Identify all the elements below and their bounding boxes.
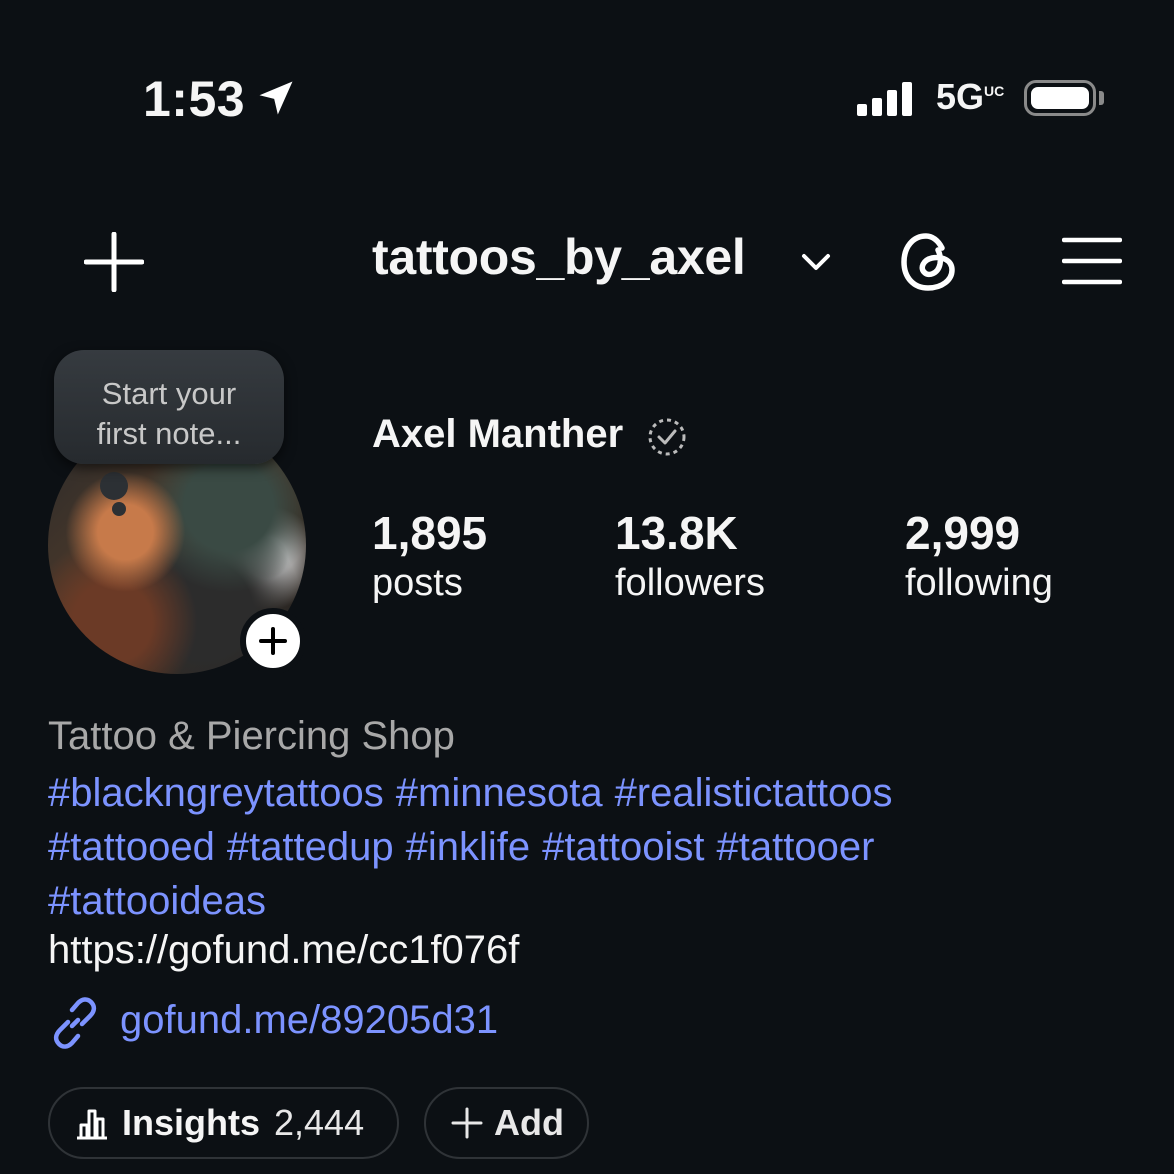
hashtag-link[interactable]: #tattedup [227,825,394,869]
hashtag-link[interactable]: #blackngreytattoos [48,771,384,815]
note-bubble-tail [100,472,128,500]
status-time: 1:53 [143,71,246,127]
hashtag-link[interactable]: #tattooideas [48,879,266,923]
network-indicator: 5GUC [936,76,1005,117]
note-bubble-tail [112,502,126,516]
add-label: Add [494,1102,564,1143]
add-story-button[interactable] [240,608,306,674]
posts-label[interactable]: posts [372,562,463,605]
chevron-down-icon[interactable] [800,248,832,274]
plus-icon [451,1107,483,1139]
plus-icon [259,627,287,655]
battery-icon [1024,80,1096,116]
posts-count[interactable]: 1,895 [372,506,487,560]
add-button[interactable]: Add [424,1087,589,1159]
insights-count: 2,444 [274,1102,365,1143]
following-count[interactable]: 2,999 [905,506,1020,560]
account-switcher-username[interactable]: tattoos_by_axel [372,228,746,286]
note-bubble[interactable]: Start your first note... [54,350,284,464]
verified-badge-icon[interactable] [646,416,688,458]
battery-tip [1099,91,1104,105]
followers-label[interactable]: followers [615,562,765,605]
insights-button[interactable]: Insights 2,444 [48,1087,399,1159]
link-icon [53,997,97,1049]
insights-label: Insights [122,1102,261,1143]
note-line: Start your [101,376,237,411]
threads-icon[interactable] [898,230,960,294]
profile-category: Tattoo & Piercing Shop [48,714,455,758]
hashtag-link[interactable]: #minnesota [396,771,603,815]
bar-chart-icon [77,1109,107,1140]
signal-bars-icon [857,80,917,116]
hashtag-link[interactable]: #inklife [406,825,531,869]
hashtag-link[interactable]: #tattooer [717,825,875,869]
bio-hashtags: #blackngreytattoos #minnesota #realisticta… [48,766,1128,928]
hashtag-link[interactable]: #tattooed [48,825,215,869]
profile-full-name: Axel Manther [372,412,624,456]
note-line: first note... [96,416,242,451]
following-label[interactable]: following [905,562,1053,605]
menu-icon[interactable] [1062,236,1122,286]
hashtag-link[interactable]: #realistictattoos [615,771,893,815]
bio-url-text: https://gofund.me/cc1f076f [48,928,520,972]
plus-icon[interactable] [84,232,144,292]
followers-count[interactable]: 13.8K [615,506,738,560]
bio-external-link[interactable]: gofund.me/89205d31 [120,998,498,1043]
hashtag-link[interactable]: #tattooist [542,825,704,869]
location-arrow-icon [259,81,293,115]
